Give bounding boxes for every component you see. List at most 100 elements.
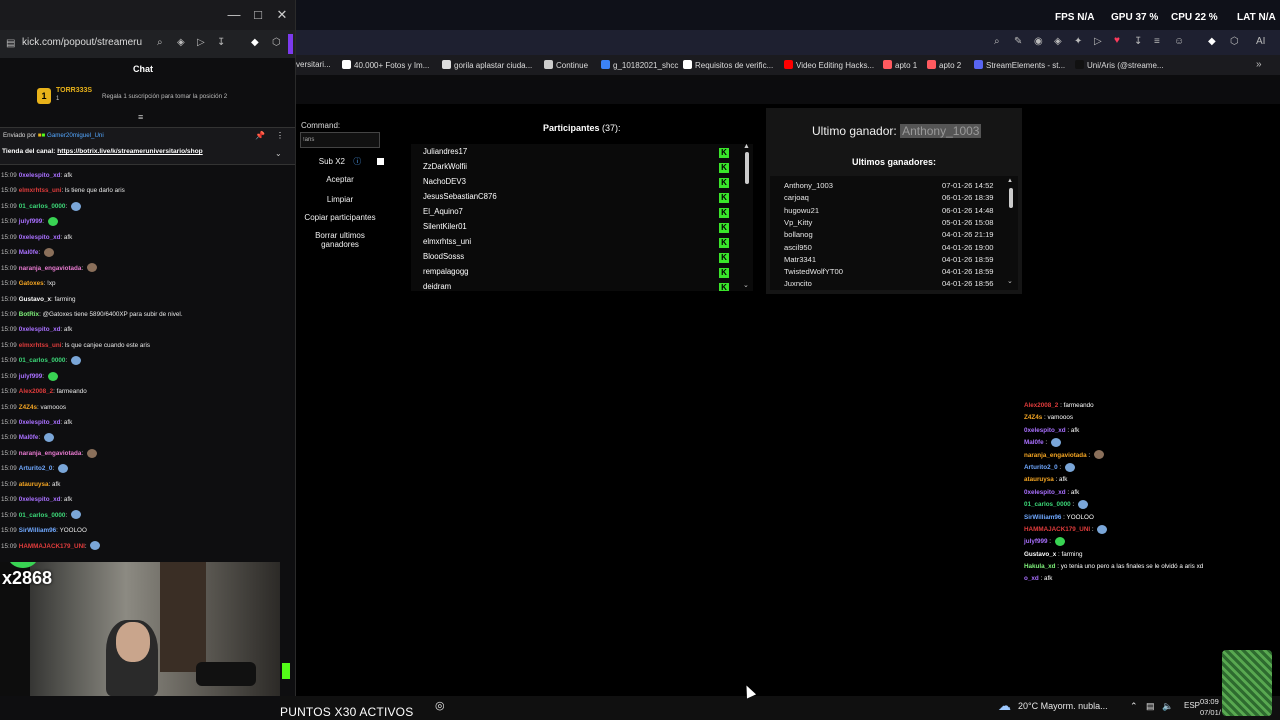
participants-scrollbar[interactable] <box>745 152 749 184</box>
participant-name[interactable]: Juliandres17 <box>423 147 467 156</box>
copy-participants-button[interactable]: Copiar participantes <box>300 213 380 222</box>
volume-icon[interactable]: 🔈 <box>1162 701 1173 712</box>
address-bar[interactable]: ▤ kick.com/popout/streameruniv ⌕ ◈ ▷ ↧ ◆… <box>0 30 295 58</box>
message-user[interactable]: 01_carlos_0000 <box>19 203 66 210</box>
shield-icon[interactable]: ◈ <box>177 37 185 48</box>
participant-name[interactable]: rempalagogg <box>423 267 469 276</box>
winners-scrollbar[interactable] <box>1009 188 1013 208</box>
site-info-icon[interactable]: ▤ <box>6 38 15 49</box>
weather-text[interactable]: 20°C Mayorm. nubla... <box>1018 701 1108 711</box>
clear-button[interactable]: Limpiar <box>300 195 380 204</box>
message-user[interactable]: 01_carlos_0000 <box>19 357 66 364</box>
message-user[interactable]: atauruysa <box>19 481 49 488</box>
close-icon[interactable]: ✕ <box>274 7 290 23</box>
tray-chevron-icon[interactable]: ⌃ <box>1130 701 1138 712</box>
shield-icon[interactable]: ◈ <box>1054 36 1062 47</box>
menu-icon[interactable]: ≡ <box>1154 36 1160 47</box>
message-user[interactable]: julyf999 <box>19 373 42 380</box>
edit-icon[interactable]: ✎ <box>1014 36 1022 47</box>
scroll-down-icon[interactable]: ⌄ <box>743 281 749 289</box>
bookmark-item[interactable]: Requisitos de verific... <box>683 60 773 70</box>
scroll-up-icon[interactable]: ▲ <box>1007 178 1013 184</box>
cube-icon[interactable]: ⬡ <box>272 37 281 48</box>
message-user[interactable]: Gatoxes <box>19 280 44 287</box>
bookmark-item[interactable]: gorila aplastar ciuda... <box>442 60 532 70</box>
bookmark-item[interactable]: Uni/Aris (@streame... <box>1075 60 1164 70</box>
scroll-down-icon[interactable]: ⌄ <box>1007 277 1013 285</box>
message-user[interactable]: elmxrhtss_uni <box>19 187 62 194</box>
heart-icon[interactable]: ♥ <box>1114 35 1120 46</box>
bookmark-item[interactable]: 40.000+ Fotos y Im... <box>342 60 429 70</box>
participant-name[interactable]: elmxrhtss_uni <box>423 237 471 246</box>
clear-winners-button[interactable]: Borrar ultimos ganadores <box>300 231 380 249</box>
participant-name[interactable]: SilentKiler01 <box>423 222 467 231</box>
gift-sub-banner[interactable]: 1 TORR333S 1 Regala 1 suscripción para t… <box>0 82 295 122</box>
bookmark-item[interactable]: Video Editing Hacks... <box>784 60 874 70</box>
sub-x2-checkbox[interactable] <box>377 158 384 165</box>
network-icon[interactable]: ▤ <box>1146 701 1155 712</box>
minimize-icon[interactable]: — <box>226 7 242 23</box>
message-user[interactable]: naranja_engaviotada <box>19 450 82 457</box>
message-user[interactable]: 0xelespito_xd <box>19 496 61 503</box>
ai-icon[interactable]: AI <box>1256 36 1265 47</box>
message-user[interactable]: 0xelespito_xd <box>19 419 61 426</box>
shop-link[interactable]: https://botrix.live/k/streameruniversita… <box>57 148 202 155</box>
download-icon[interactable]: ↧ <box>1134 36 1142 47</box>
winners-list[interactable]: ▲ ⌄ Anthony_1003 07-01-26 14:52 carjoaq 06-… <box>770 176 1018 290</box>
message-user[interactable]: elmxrhtss_uni <box>19 342 62 349</box>
message-user[interactable]: Mal0fe <box>19 249 39 256</box>
message-user[interactable]: 0xelespito_xd <box>19 172 61 179</box>
message-user[interactable]: julyf999 <box>19 218 42 225</box>
maximize-icon[interactable]: □ <box>250 7 266 23</box>
more-icon[interactable]: ⋮ <box>276 131 284 140</box>
accept-button[interactable]: Aceptar <box>300 175 380 184</box>
account-icon[interactable]: ☺ <box>1174 36 1184 47</box>
bookmark-item[interactable]: Continue <box>544 60 588 70</box>
clock-date[interactable]: 07/01/ <box>1200 708 1221 717</box>
puzzle-icon[interactable]: ✦ <box>1074 36 1082 47</box>
message-user[interactable]: SirWilliam96 <box>19 527 56 534</box>
search-icon[interactable]: ⌕ <box>994 36 1000 47</box>
message-user[interactable]: 0xelespito_xd <box>19 234 61 241</box>
bookmark-item[interactable]: g_10182021_shcc <box>601 60 678 70</box>
message-user[interactable]: 01_carlos_0000 <box>19 512 66 519</box>
participant-name[interactable]: NachoDEV3 <box>423 177 466 186</box>
command-input[interactable] <box>300 132 380 148</box>
bookmarks-overflow-icon[interactable]: » <box>1256 59 1262 70</box>
bookmark-item[interactable]: apto 1 <box>883 60 917 70</box>
expand-icon[interactable]: ≡ <box>138 112 143 122</box>
participant-name[interactable]: ZzDarkWolfii <box>423 162 467 171</box>
message-user[interactable]: naranja_engaviotada <box>19 265 82 272</box>
participant-name[interactable]: BloodSosss <box>423 252 464 261</box>
participant-name[interactable]: El_Aquino7 <box>423 207 463 216</box>
language-indicator[interactable]: ESP <box>1184 701 1200 710</box>
message-user[interactable]: Alex2008_2 <box>19 388 53 395</box>
url-text[interactable]: kick.com/popout/streameruniv <box>22 37 142 48</box>
chevron-down-icon[interactable]: ⌄ <box>275 149 282 158</box>
message-user[interactable]: HAMMAJACK179_UNI <box>19 543 85 550</box>
bookmark-item[interactable]: StreamElements - st... <box>974 60 1065 70</box>
pin-icon[interactable]: 📌 <box>255 131 265 140</box>
download-icon[interactable]: ↧ <box>217 37 225 48</box>
extension-icon[interactable]: ◆ <box>1208 36 1216 47</box>
clock-time[interactable]: 03:09 <box>1200 697 1219 706</box>
bookmark-item[interactable]: versitari... <box>296 60 331 69</box>
extension-icon[interactable]: ◆ <box>251 37 259 48</box>
message-user[interactable]: Mal0fe <box>19 434 39 441</box>
sub-x2-toggle[interactable]: Sub X2 ⓘ <box>300 156 384 167</box>
scroll-up-icon[interactable]: ▲ <box>743 144 750 150</box>
participant-name[interactable]: JesusSebastianC876 <box>423 192 497 201</box>
message-user[interactable]: Arturito2_0 <box>19 465 53 472</box>
search-icon[interactable]: ⌕ <box>157 37 163 48</box>
participant-name[interactable]: deidram <box>423 282 451 291</box>
message-user[interactable]: Z4Z4s <box>19 404 37 411</box>
app-icon[interactable]: ◎ <box>435 699 445 712</box>
participants-list[interactable]: ▲ ⌄ Juliandres17 K ZzDarkWolfii K NachoDEV3 K… <box>411 144 753 291</box>
play-icon[interactable]: ▷ <box>197 37 205 48</box>
bookmark-item[interactable]: apto 2 <box>927 60 961 70</box>
camera-icon[interactable]: ◉ <box>1034 36 1043 47</box>
message-user[interactable]: 0xelespito_xd <box>19 326 61 333</box>
cube-icon[interactable]: ⬡ <box>1230 36 1239 47</box>
play-icon[interactable]: ▷ <box>1094 36 1102 47</box>
message-user[interactable]: BotRix <box>19 311 39 318</box>
